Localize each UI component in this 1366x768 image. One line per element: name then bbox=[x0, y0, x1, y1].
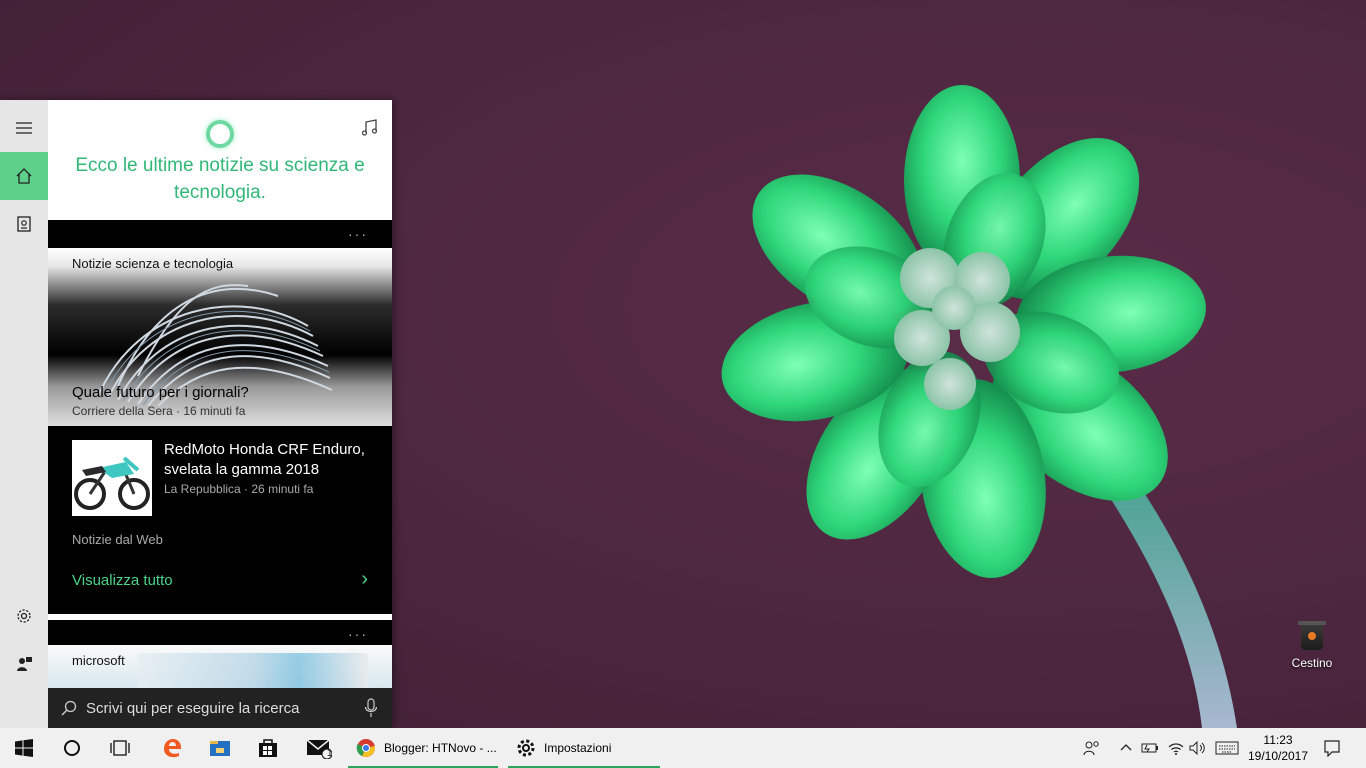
story-source: La Repubblica · 26 minuti fa bbox=[164, 482, 314, 496]
news-card[interactable]: Notizie scienza e tecnologia Quale futur… bbox=[48, 248, 392, 426]
action-center-icon[interactable] bbox=[1322, 738, 1342, 758]
cortana-sidebar bbox=[0, 100, 48, 728]
story-title[interactable]: RedMoto Honda CRF Enduro, svelata la gam… bbox=[164, 440, 374, 480]
cortana-circle-icon bbox=[64, 740, 80, 756]
microsoft-card-label: microsoft bbox=[72, 653, 125, 668]
search-bar[interactable] bbox=[48, 688, 392, 728]
chevron-right-icon[interactable]: › bbox=[361, 568, 368, 591]
cortana-header: Ecco le ultime notizie su scienza e tecn… bbox=[48, 100, 392, 220]
cortana-panel: Ecco le ultime notizie su scienza e tecn… bbox=[0, 100, 392, 728]
start-button[interactable] bbox=[0, 728, 48, 768]
music-recognition-icon[interactable] bbox=[360, 118, 380, 138]
taskbar-app-chrome[interactable]: Blogger: HTNovo - ... bbox=[348, 728, 498, 768]
cortana-greeting: Ecco le ultime notizie su scienza e tecn… bbox=[75, 155, 365, 203]
keyboard-icon[interactable] bbox=[1214, 738, 1240, 758]
clock-time: 11:23 bbox=[1263, 733, 1293, 747]
wifi-icon[interactable] bbox=[1166, 738, 1186, 758]
edge-button[interactable] bbox=[148, 728, 196, 768]
cortana-ring-icon bbox=[206, 120, 234, 148]
cortana-content: Ecco le ultime notizie su scienza e tecn… bbox=[48, 100, 392, 728]
store-button[interactable] bbox=[244, 728, 292, 768]
story-footer-label: Notizie dal Web bbox=[72, 532, 163, 547]
news-title[interactable]: Quale futuro per i giornali? bbox=[72, 384, 249, 401]
hamburger-menu-button[interactable] bbox=[0, 104, 48, 152]
menu-icon bbox=[16, 122, 32, 134]
story-card[interactable]: RedMoto Honda CRF Enduro, svelata la gam… bbox=[48, 426, 392, 614]
microsoft-card-image bbox=[138, 653, 368, 688]
taskbar-app-chrome-label: Blogger: HTNovo - ... bbox=[384, 741, 497, 755]
feedback-button[interactable] bbox=[0, 640, 48, 688]
windows-logo-icon bbox=[15, 739, 33, 757]
volume-icon[interactable] bbox=[1188, 738, 1208, 758]
notebook-icon bbox=[17, 216, 31, 232]
more-options-button[interactable]: ··· bbox=[348, 226, 368, 242]
more-options-button-2[interactable]: ··· bbox=[348, 626, 368, 642]
cortana-button[interactable] bbox=[48, 728, 96, 768]
settings-gear-icon bbox=[517, 739, 535, 757]
card-header-strip: ··· bbox=[48, 220, 392, 248]
show-hidden-icons-chevron-up-icon[interactable] bbox=[1116, 738, 1136, 758]
news-source: Corriere della Sera · 16 minuti fa bbox=[72, 404, 246, 418]
taskbar-app-settings-label: Impostazioni bbox=[544, 741, 612, 755]
search-input[interactable] bbox=[86, 696, 356, 720]
mail-badge: 1 bbox=[327, 748, 333, 759]
taskbar-app-settings[interactable]: Impostazioni bbox=[508, 728, 660, 768]
task-view-button[interactable] bbox=[96, 728, 144, 768]
desktop-wallpaper bbox=[392, 0, 1366, 728]
store-bag-icon bbox=[259, 739, 277, 757]
clock-date: 19/10/2017 bbox=[1247, 749, 1309, 763]
search-icon bbox=[61, 700, 77, 716]
mail-button[interactable]: 1 bbox=[294, 728, 344, 768]
edge-icon bbox=[164, 739, 181, 758]
notebook-button[interactable] bbox=[0, 200, 48, 248]
settings-button[interactable] bbox=[0, 592, 48, 640]
see-all-link[interactable]: Visualizza tutto bbox=[72, 572, 173, 589]
microsoft-card[interactable]: microsoft bbox=[48, 645, 392, 688]
chrome-icon bbox=[356, 739, 376, 757]
home-button[interactable] bbox=[0, 152, 48, 200]
feedback-icon bbox=[17, 657, 32, 671]
folder-icon bbox=[210, 741, 230, 756]
people-icon[interactable] bbox=[1082, 738, 1102, 758]
home-icon bbox=[16, 168, 32, 184]
recycle-bin[interactable]: Cestino bbox=[1284, 621, 1340, 670]
task-view-icon bbox=[110, 740, 130, 756]
recycle-bin-icon bbox=[1298, 621, 1326, 650]
recycle-bin-label: Cestino bbox=[1291, 656, 1333, 670]
file-explorer-button[interactable] bbox=[196, 728, 244, 768]
taskbar: 1 Blogger: HTNovo - ... Impostazioni 11:… bbox=[0, 728, 1366, 768]
microphone-icon[interactable] bbox=[364, 698, 378, 718]
system-clock[interactable]: 11:23 19/10/2017 bbox=[1240, 732, 1316, 764]
card-header-strip-2: ··· bbox=[48, 620, 392, 648]
motorcycle-thumbnail bbox=[72, 440, 152, 516]
news-category-label: Notizie scienza e tecnologia bbox=[72, 256, 234, 271]
settings-icon bbox=[17, 609, 31, 623]
battery-icon[interactable] bbox=[1140, 738, 1160, 758]
